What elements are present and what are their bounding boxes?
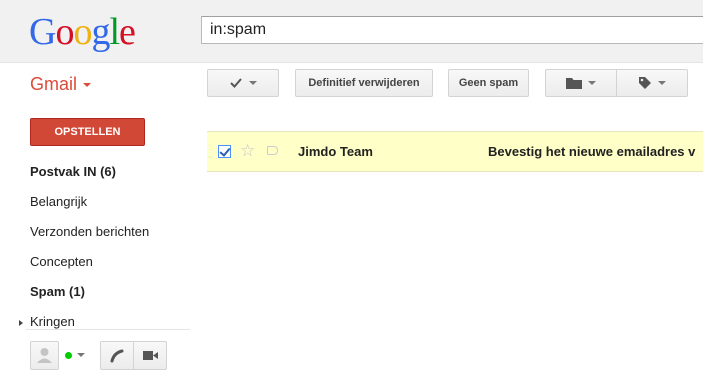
select-button[interactable]: [207, 69, 279, 97]
sidebar-item-spam[interactable]: Spam (1): [30, 284, 85, 299]
chevron-down-icon: [588, 81, 596, 86]
importance-marker-icon[interactable]: [267, 146, 278, 155]
video-icon: [143, 351, 158, 360]
logo-letter: G: [29, 11, 56, 53]
message-row[interactable]: ☆ Jimdo Team Bevestig het nieuwe emailad…: [207, 131, 703, 172]
chevron-down-icon: [77, 353, 85, 357]
star-icon[interactable]: ☆: [240, 141, 255, 161]
phone-icon: [110, 349, 124, 363]
search-value: in:spam: [210, 21, 267, 38]
logo-letter: g: [91, 11, 110, 53]
chevron-down-icon: [658, 81, 666, 86]
sidebar-item-circles[interactable]: Kringen: [19, 314, 75, 329]
status-dot-icon: [65, 352, 72, 359]
google-logo[interactable]: Google: [29, 11, 136, 53]
top-bar: Google in:spam: [0, 0, 703, 63]
gmail-menu[interactable]: Gmail: [30, 74, 92, 95]
logo-letter: l: [109, 11, 120, 53]
compose-button[interactable]: OPSTELLEN: [30, 118, 145, 146]
chevron-down-icon: [83, 83, 92, 88]
logo-letter: o: [73, 11, 92, 53]
status-selector[interactable]: [63, 349, 85, 361]
tag-icon: [639, 77, 651, 90]
message-subject: Bevestig het nieuwe emailadres v: [488, 144, 696, 159]
search-input[interactable]: in:spam: [201, 16, 703, 44]
video-button[interactable]: [133, 341, 167, 370]
avatar[interactable]: [30, 341, 59, 370]
sidebar-item-sent[interactable]: Verzonden berichten: [30, 224, 149, 239]
logo-letter: e: [119, 11, 136, 53]
folder-icon: [566, 78, 582, 90]
move-to-button[interactable]: [545, 69, 617, 97]
message-sender: Jimdo Team: [298, 144, 373, 159]
expand-icon: [19, 319, 23, 326]
sidebar-item-label: Kringen: [30, 314, 75, 329]
app-name: Gmail: [30, 74, 78, 94]
sidebar-item-inbox[interactable]: Postvak IN (6): [30, 164, 116, 179]
delete-forever-button[interactable]: Definitief verwijderen: [295, 69, 433, 97]
chevron-down-icon: [249, 81, 257, 86]
message-checkbox[interactable]: [218, 145, 231, 158]
logo-letter: o: [55, 11, 74, 53]
not-spam-button[interactable]: Geen spam: [448, 69, 529, 97]
call-button[interactable]: [100, 341, 134, 370]
labels-button[interactable]: [616, 69, 688, 97]
avatar-icon: [37, 348, 52, 363]
divider: [26, 329, 190, 330]
sidebar-item-drafts[interactable]: Concepten: [30, 254, 93, 269]
checkbox-icon: [230, 78, 242, 89]
sidebar-item-important[interactable]: Belangrijk: [30, 194, 87, 209]
